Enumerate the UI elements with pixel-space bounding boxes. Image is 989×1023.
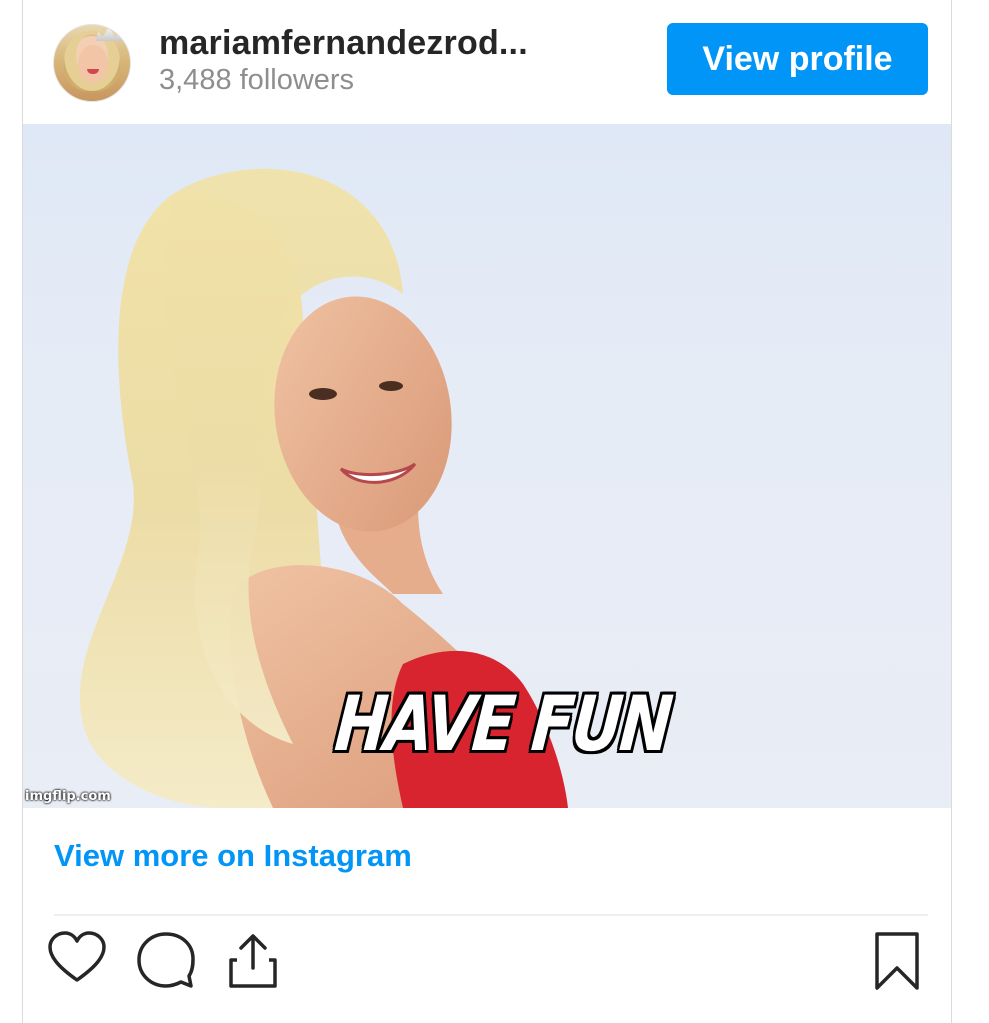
- post-media[interactable]: HAVE FUN imgflip.com: [23, 124, 951, 808]
- share-icon[interactable]: [223, 930, 283, 997]
- followers-count: 3,488 followers: [159, 64, 355, 96]
- avatar-crown: [96, 27, 122, 41]
- comment-icon[interactable]: [135, 930, 195, 997]
- view-profile-button[interactable]: View profile: [667, 23, 928, 95]
- action-bar: [23, 930, 951, 1000]
- divider: [54, 914, 928, 916]
- heart-icon[interactable]: [47, 930, 107, 991]
- instagram-embed: mariamfernandezrod... 3,488 followers Vi…: [22, 0, 952, 1023]
- caption-text: HAVE FUN: [331, 679, 674, 768]
- view-more-link[interactable]: View more on Instagram: [54, 838, 412, 874]
- post-header: mariamfernandezrod... 3,488 followers Vi…: [23, 0, 951, 124]
- bookmark-icon[interactable]: [873, 930, 921, 997]
- meme-caption: HAVE FUN: [23, 679, 951, 768]
- avatar-face: [78, 45, 108, 83]
- eye-right: [379, 381, 403, 391]
- eye-left: [309, 388, 337, 400]
- username[interactable]: mariamfernandezrod...: [159, 24, 528, 63]
- watermark: imgflip.com: [25, 789, 111, 804]
- profile-avatar[interactable]: [53, 24, 131, 102]
